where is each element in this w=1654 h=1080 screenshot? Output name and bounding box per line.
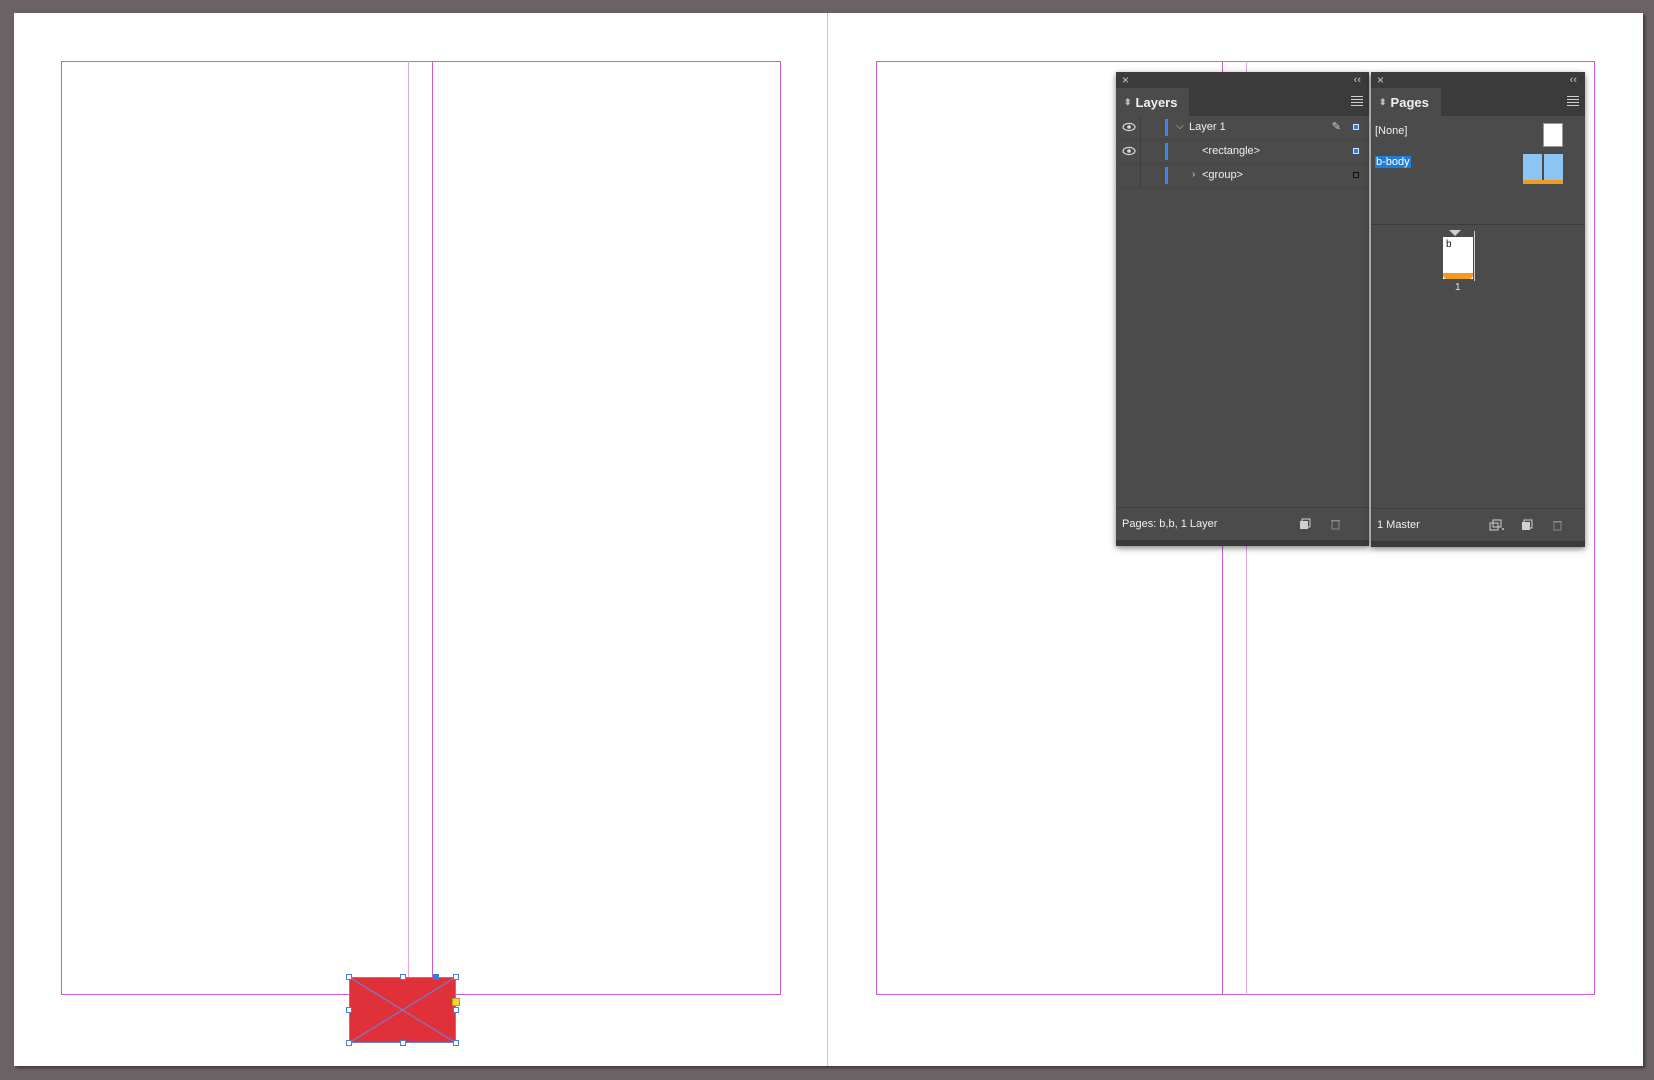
- layer-row-layer-1[interactable]: ⌵ Layer 1 ✎: [1116, 116, 1369, 140]
- object-label[interactable]: <rectangle>: [1202, 145, 1260, 157]
- tab-pages[interactable]: ⬍ Pages: [1371, 88, 1441, 116]
- panel-resize-grip[interactable]: [1371, 541, 1585, 547]
- frame-reference-point[interactable]: [433, 974, 439, 980]
- chevron-down-icon[interactable]: ⌵: [1176, 121, 1184, 132]
- left-page-column-guide: [432, 61, 433, 995]
- close-icon[interactable]: ×: [1377, 72, 1384, 88]
- pages-panel-titlebar[interactable]: × ‹‹: [1371, 72, 1585, 88]
- layers-status-text: Pages: b,b, 1 Layer: [1122, 518, 1218, 530]
- page-master-prefix: b: [1446, 239, 1452, 250]
- collapse-panel-icon[interactable]: ‹‹: [1570, 72, 1577, 88]
- layer-label[interactable]: Layer 1: [1189, 121, 1226, 133]
- left-page-column-guide: [408, 61, 409, 995]
- layer-color-swatch: [1165, 119, 1168, 136]
- page-thumbnail[interactable]: b: [1443, 237, 1473, 279]
- selected-items-indicator[interactable]: [1353, 148, 1359, 154]
- page-edge-line: [1474, 231, 1475, 281]
- layer-color-swatch: [1165, 143, 1168, 160]
- trash-icon[interactable]: [1329, 518, 1341, 530]
- selected-items-indicator[interactable]: [1353, 124, 1359, 130]
- selection-handle-top-center[interactable]: [400, 974, 406, 980]
- master-item-none[interactable]: [None]: [1371, 120, 1585, 147]
- layers-panel: × ‹‹ ⬍ Layers ⌵ Layer 1 ✎ <rectangle> › …: [1116, 72, 1369, 546]
- master-item-b-body[interactable]: b-body: [1371, 152, 1585, 186]
- pages-panel-footer: 1 Master: [1371, 508, 1585, 541]
- lock-column[interactable]: [1140, 164, 1141, 187]
- tab-layers-label: Layers: [1135, 94, 1178, 110]
- eye-icon[interactable]: [1122, 146, 1136, 156]
- trash-icon[interactable]: [1551, 519, 1563, 531]
- new-page-icon[interactable]: [1521, 519, 1533, 531]
- pages-panel: × ‹‹ ⬍ Pages [None] b-body b 1 1 Master: [1371, 72, 1585, 547]
- layers-panel-titlebar[interactable]: × ‹‹: [1116, 72, 1369, 88]
- master-thumbnail[interactable]: [1543, 123, 1563, 147]
- master-label: b-body: [1375, 156, 1411, 168]
- updown-icon: ⬍: [1124, 96, 1132, 107]
- tab-layers[interactable]: ⬍ Layers: [1116, 88, 1190, 116]
- selection-handle-bottom-center[interactable]: [400, 1040, 406, 1046]
- new-layer-icon[interactable]: [1299, 518, 1311, 530]
- layers-panel-footer: Pages: b,b, 1 Layer: [1116, 507, 1369, 540]
- panel-menu-icon[interactable]: [1567, 96, 1579, 108]
- layer-row-rectangle[interactable]: <rectangle>: [1116, 140, 1369, 164]
- collapse-panel-icon[interactable]: ‹‹: [1354, 72, 1361, 88]
- spread-spine: [827, 13, 828, 1066]
- pages-section: b 1: [1371, 225, 1585, 505]
- edit-page-size-icon[interactable]: [1489, 519, 1505, 531]
- selection-handle-middle-right[interactable]: [453, 1007, 459, 1013]
- panel-menu-icon[interactable]: [1351, 96, 1363, 108]
- panel-resize-grip[interactable]: [1116, 540, 1369, 546]
- selection-handle-middle-left[interactable]: [346, 1007, 352, 1013]
- layer-color-swatch: [1165, 167, 1168, 184]
- masters-section: [None] b-body: [1371, 116, 1585, 225]
- pen-icon: ✎: [1331, 121, 1341, 133]
- master-label: [None]: [1375, 125, 1408, 137]
- object-label[interactable]: <group>: [1202, 169, 1243, 181]
- selection-handle-bottom-right[interactable]: [453, 1040, 459, 1046]
- layers-panel-tabbar: ⬍ Layers: [1116, 88, 1369, 116]
- empty-frame-cross: [349, 977, 456, 1043]
- select-item-indicator[interactable]: [1353, 172, 1359, 178]
- selected-rectangle-frame[interactable]: [349, 977, 456, 1043]
- pages-panel-tabbar: ⬍ Pages: [1371, 88, 1585, 116]
- selection-handle-top-left[interactable]: [346, 974, 352, 980]
- close-icon[interactable]: ×: [1122, 72, 1129, 88]
- chevron-right-icon[interactable]: ›: [1192, 169, 1195, 180]
- layer-row-group[interactable]: › <group>: [1116, 164, 1369, 188]
- lock-column[interactable]: [1140, 140, 1141, 163]
- pages-status-text: 1 Master: [1377, 519, 1420, 531]
- selection-handle-bottom-left[interactable]: [346, 1040, 352, 1046]
- lock-column[interactable]: [1140, 116, 1141, 139]
- corner-options-handle[interactable]: [452, 998, 460, 1006]
- page-number: 1: [1455, 282, 1461, 293]
- selection-handle-top-right[interactable]: [453, 974, 459, 980]
- master-spread-thumbnail[interactable]: [1523, 154, 1563, 184]
- tab-pages-label: Pages: [1390, 94, 1429, 110]
- spread-insert-arrow: [1449, 230, 1461, 236]
- eye-icon[interactable]: [1122, 122, 1136, 132]
- updown-icon: ⬍: [1379, 96, 1387, 107]
- left-page-margin-guide: [61, 61, 781, 995]
